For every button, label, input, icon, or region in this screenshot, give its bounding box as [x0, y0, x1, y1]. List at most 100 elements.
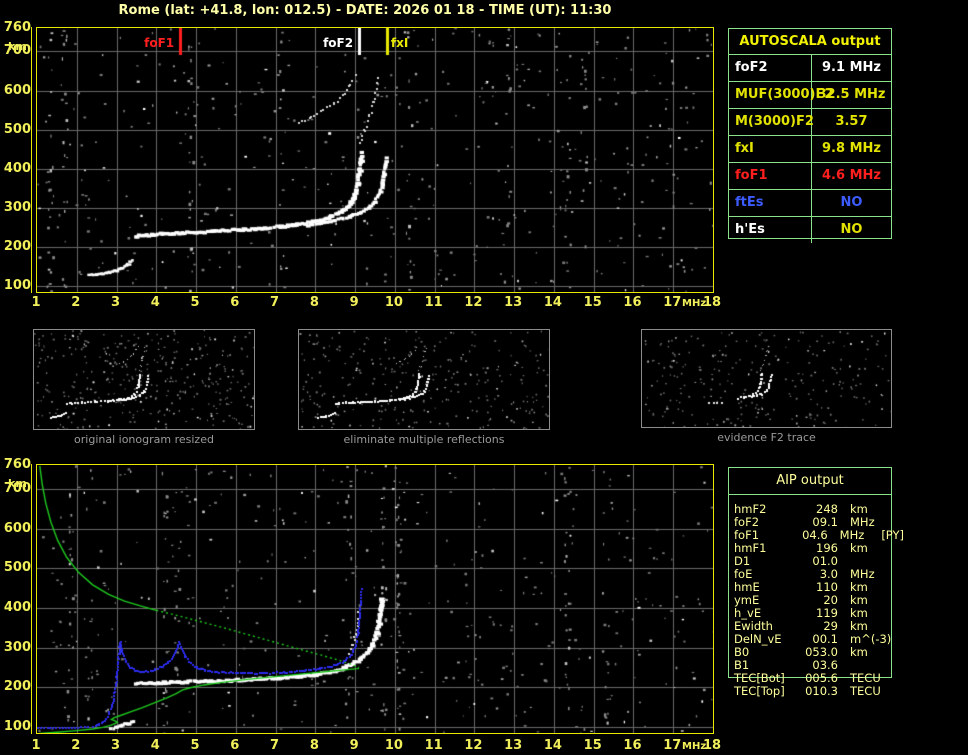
y-axis-tick-label: 300 — [3, 639, 31, 655]
thumbnail-f2-canvas — [642, 330, 891, 427]
x-axis-tick-label: 8 — [309, 738, 319, 753]
aip-row: D1 01.0 — [734, 555, 904, 568]
aip-table-header: AIP output — [729, 468, 891, 495]
parameter-label: foF1 — [729, 163, 812, 189]
x-axis-tick-label: 1 — [31, 738, 41, 753]
x-axis-tick-label: 15 — [583, 738, 602, 753]
y-axis-tick-label: 600 — [3, 82, 31, 98]
autoscala-row: ftEs NO — [729, 190, 891, 217]
aip-row: TEC[Top] 010.3 TECU — [734, 685, 904, 698]
x-axis-tick-label: 3 — [110, 295, 121, 310]
x-axis-unit-label: MHz — [682, 298, 707, 309]
thumbnail-multiple-reflections — [298, 329, 550, 430]
autoscala-row: foF2 9.1 MHz — [729, 55, 891, 82]
autoscala-row: MUF(3000)F2 32.5 MHz — [729, 82, 891, 109]
x-axis-tick-label: 10 — [384, 295, 403, 310]
parameter-value: 3.57 — [835, 114, 868, 129]
parameter-value: NO — [840, 195, 863, 210]
autoscala-row: h'Es NO — [729, 217, 891, 243]
x-axis-tick-label: 12 — [464, 295, 483, 310]
autoscala-row: fxI 9.8 MHz — [729, 136, 891, 163]
parameter-note — [894, 594, 896, 607]
top-ionogram-plot — [36, 27, 714, 293]
parameter-value: NO — [840, 222, 863, 237]
parameter-label: M(3000)F2 — [729, 109, 814, 135]
x-axis-tick-label: 1 — [31, 295, 41, 310]
x-axis-tick-label: 16 — [623, 738, 642, 753]
parameter-value: 9.8 MHz — [822, 141, 881, 156]
x-axis-tick-label: 11 — [424, 738, 443, 753]
parameter-label: ftEs — [729, 190, 812, 216]
x-axis-tick-label: 11 — [424, 295, 443, 310]
parameter-label: fxI — [729, 136, 812, 162]
parameter-note — [894, 555, 896, 568]
x-axis-tick-label: 3 — [110, 738, 121, 753]
autoscala-row: foF1 4.6 MHz — [729, 163, 891, 190]
bottom-ionogram-plot — [36, 464, 714, 734]
thumbnail-original-ionogram — [33, 329, 255, 430]
x-axis-tick-label: 15 — [583, 295, 602, 310]
parameter-note: [PY] — [881, 528, 904, 542]
x-axis-tick-label: 5 — [190, 295, 200, 310]
parameter-value: 4.6 MHz — [822, 168, 881, 183]
parameter-value: 010.3 — [805, 684, 838, 698]
autoscala-table-header: AUTOSCALA output — [729, 29, 891, 55]
x-axis-tick-label: 9 — [349, 738, 359, 753]
parameter-value: 9.1 MHz — [822, 60, 881, 75]
aip-table-rows: hmF2 248 km foF2 09.1 MHz foF1 04.6 MHz [PY] hmF1 1… — [728, 497, 904, 698]
aip-row: hmE 110 km — [734, 581, 904, 594]
y-axis-unit-label: km — [8, 40, 27, 53]
parameter-unit: TECU — [850, 684, 881, 698]
parameter-label: foF2 — [729, 55, 812, 81]
x-axis-tick-label: 8 — [309, 295, 319, 310]
x-axis-tick-label: 16 — [623, 295, 642, 310]
parameter-label: MUF(3000)F2 — [729, 82, 833, 108]
x-axis-tick-label: 5 — [190, 738, 200, 753]
marker-label-fxi: fxI — [390, 36, 409, 50]
x-axis-tick-label: 9 — [349, 295, 359, 310]
y-axis-tick-label: 400 — [3, 160, 31, 176]
marker-label-fof2: foF2 — [323, 36, 354, 50]
x-axis-tick-label: 7 — [270, 295, 280, 310]
x-axis-tick-label: 17 — [663, 738, 682, 753]
autoscala-output-table: AUTOSCALA output foF2 9.1 MHz MUF(3000)F2 3… — [728, 28, 892, 243]
y-axis-tick-label: 400 — [3, 599, 31, 615]
parameter-note — [894, 672, 896, 685]
y-axis-tick-label: 500 — [3, 560, 31, 576]
x-axis-tick-label: 4 — [150, 295, 160, 310]
parameter-note — [894, 568, 896, 581]
x-axis-tick-label: 2 — [71, 295, 81, 310]
parameter-label: h'Es — [729, 217, 812, 243]
x-axis-tick-label: 14 — [543, 295, 562, 310]
y-axis-tick-label: 100 — [3, 719, 31, 735]
y-axis-tick-label: 200 — [3, 679, 31, 695]
y-axis-tick-label: 200 — [3, 238, 31, 254]
parameter-note — [894, 607, 896, 620]
y-axis-tick-label: 500 — [3, 121, 31, 137]
parameter-unit: km — [850, 541, 868, 555]
parameter-note — [894, 633, 896, 646]
bottom-ionogram-canvas — [37, 465, 713, 733]
parameter-unit: km — [850, 645, 868, 659]
top-ionogram-canvas — [37, 28, 713, 292]
y-axis-tick-label: 760 — [3, 20, 31, 35]
x-axis-unit-label: MHz — [682, 741, 707, 752]
x-axis-tick-label: 13 — [504, 738, 523, 753]
autoscala-table-rows: foF2 9.1 MHz MUF(3000)F2 32.5 MHz M(3000)F2 3… — [729, 55, 891, 243]
x-axis-tick-label: 6 — [230, 738, 240, 753]
parameter-note — [894, 581, 896, 594]
x-axis-tick-label: 12 — [464, 738, 483, 753]
thumbnail-reflections-canvas — [299, 330, 549, 429]
y-axis-unit-label: km — [8, 477, 27, 490]
parameter-note — [894, 503, 896, 516]
x-axis-tick-label: 7 — [270, 738, 280, 753]
bottom-plot-outer-axis-line — [31, 464, 32, 734]
x-axis-tick-label: 17 — [663, 295, 682, 310]
x-axis-tick-label: 13 — [504, 295, 523, 310]
parameter-note — [894, 685, 896, 698]
top-plot-outer-axis-line — [31, 27, 32, 293]
x-axis-tick-label: 14 — [543, 738, 562, 753]
thumbnail-original-canvas — [34, 330, 254, 429]
autoscala-window: Rome (lat: +41.8, lon: 012.5) - DATE: 20… — [0, 0, 968, 755]
parameter-note — [894, 659, 896, 672]
